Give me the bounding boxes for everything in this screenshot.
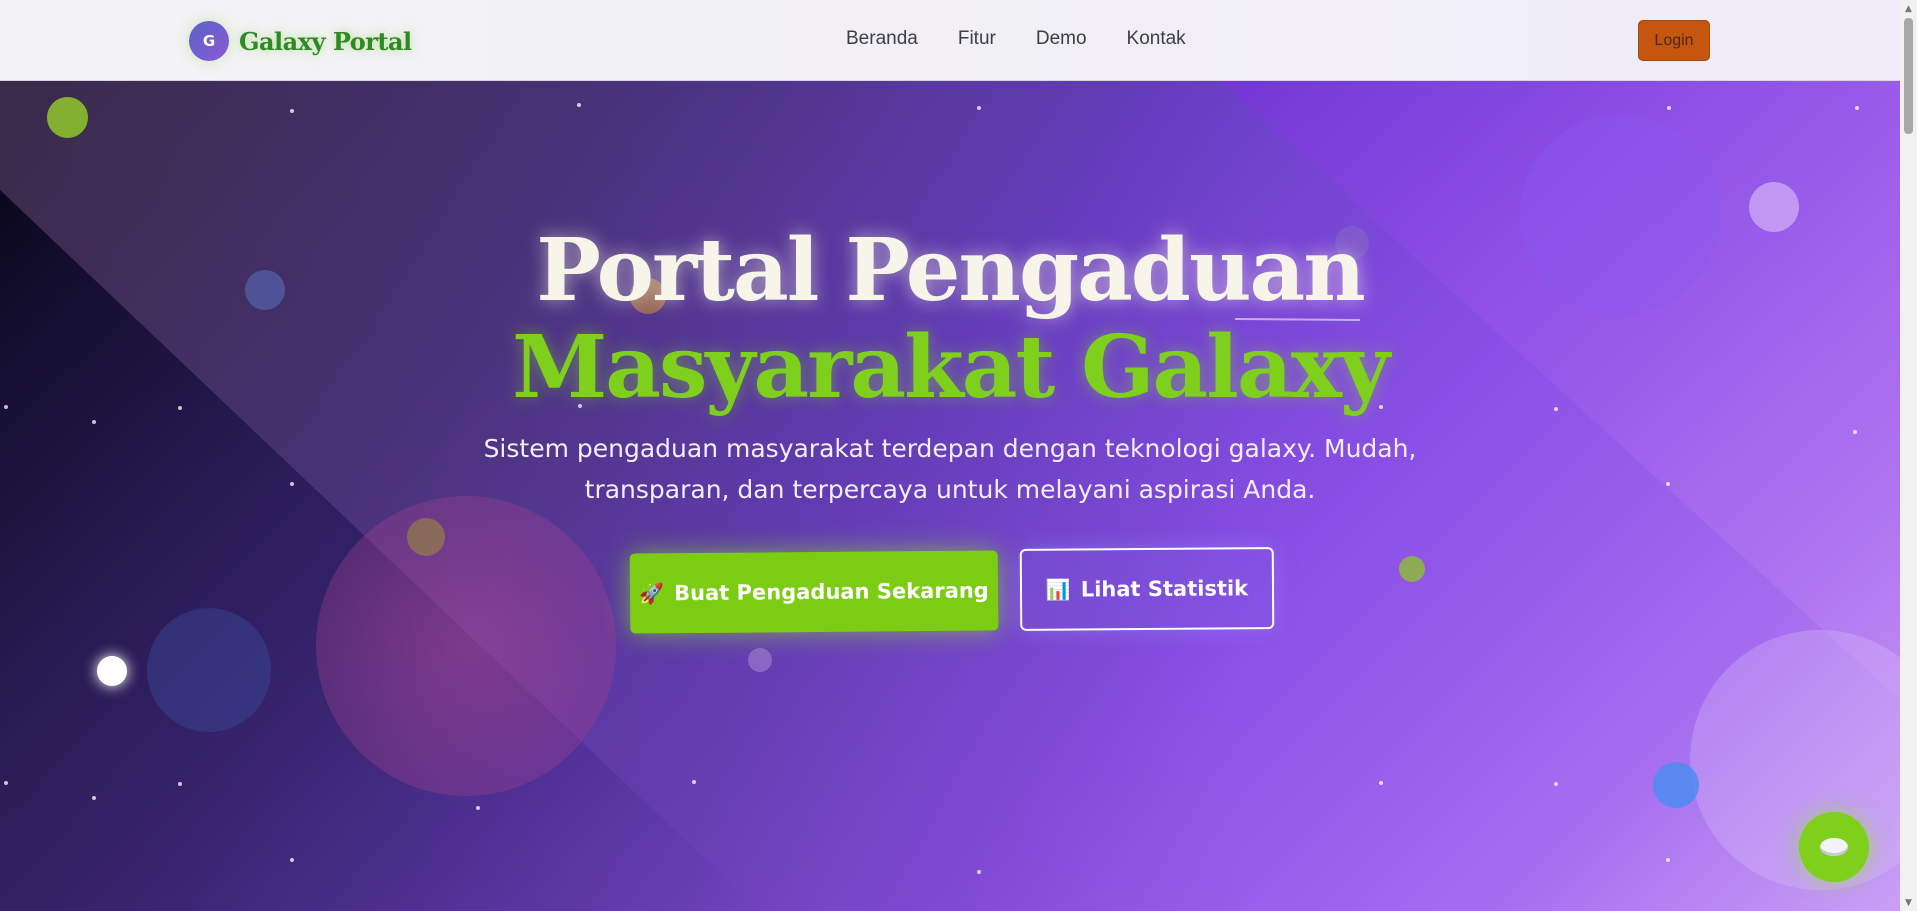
rocket-icon: 🚀 bbox=[639, 581, 665, 606]
nav-link-demo[interactable]: Demo bbox=[1036, 28, 1087, 50]
view-statistics-button[interactable]: 📊 Lihat Statistik bbox=[1019, 547, 1275, 631]
hero-title-line1: Portal Pengaduan bbox=[536, 220, 1365, 321]
login-button[interactable]: Login bbox=[1638, 20, 1710, 61]
hero-title-line2: Masyarakat Galaxy bbox=[512, 317, 1390, 418]
scroll-up-arrow-icon[interactable]: ▲ bbox=[1900, 0, 1917, 17]
nav-link-kontak[interactable]: Kontak bbox=[1127, 28, 1186, 50]
create-complaint-label: Buat Pengaduan Sekarang bbox=[673, 578, 989, 606]
create-complaint-button[interactable]: 🚀 Buat Pengaduan Sekarang bbox=[629, 550, 999, 634]
hero-subtitle: Sistem pengaduan masyarakat terdepan den… bbox=[483, 434, 1417, 504]
brand-name: Galaxy Portal bbox=[239, 26, 412, 56]
brand[interactable]: G Galaxy Portal bbox=[189, 21, 412, 61]
scroll-down-arrow-icon[interactable]: ▼ bbox=[1900, 894, 1917, 911]
bar-chart-icon: 📊 bbox=[1045, 577, 1071, 602]
page: G Galaxy Portal Beranda Fitur Demo Konta… bbox=[0, 0, 1917, 911]
scrollbar-thumb[interactable] bbox=[1904, 18, 1913, 134]
view-statistics-label: Lihat Statistik bbox=[1080, 576, 1249, 602]
nav-links: Beranda Fitur Demo Kontak bbox=[846, 28, 1226, 50]
hero-section: Portal Pengaduan Masyarakat Galaxy Siste… bbox=[0, 80, 1900, 911]
scrollbar[interactable]: ▲ ▼ bbox=[1900, 0, 1917, 911]
nav-link-fitur[interactable]: Fitur bbox=[958, 28, 996, 50]
brand-logo-icon: G bbox=[189, 21, 229, 61]
chat-button[interactable] bbox=[1799, 812, 1869, 882]
chat-bubble-icon bbox=[1820, 838, 1848, 856]
nav-link-beranda[interactable]: Beranda bbox=[846, 28, 918, 50]
navbar: G Galaxy Portal Beranda Fitur Demo Konta… bbox=[0, 0, 1900, 81]
